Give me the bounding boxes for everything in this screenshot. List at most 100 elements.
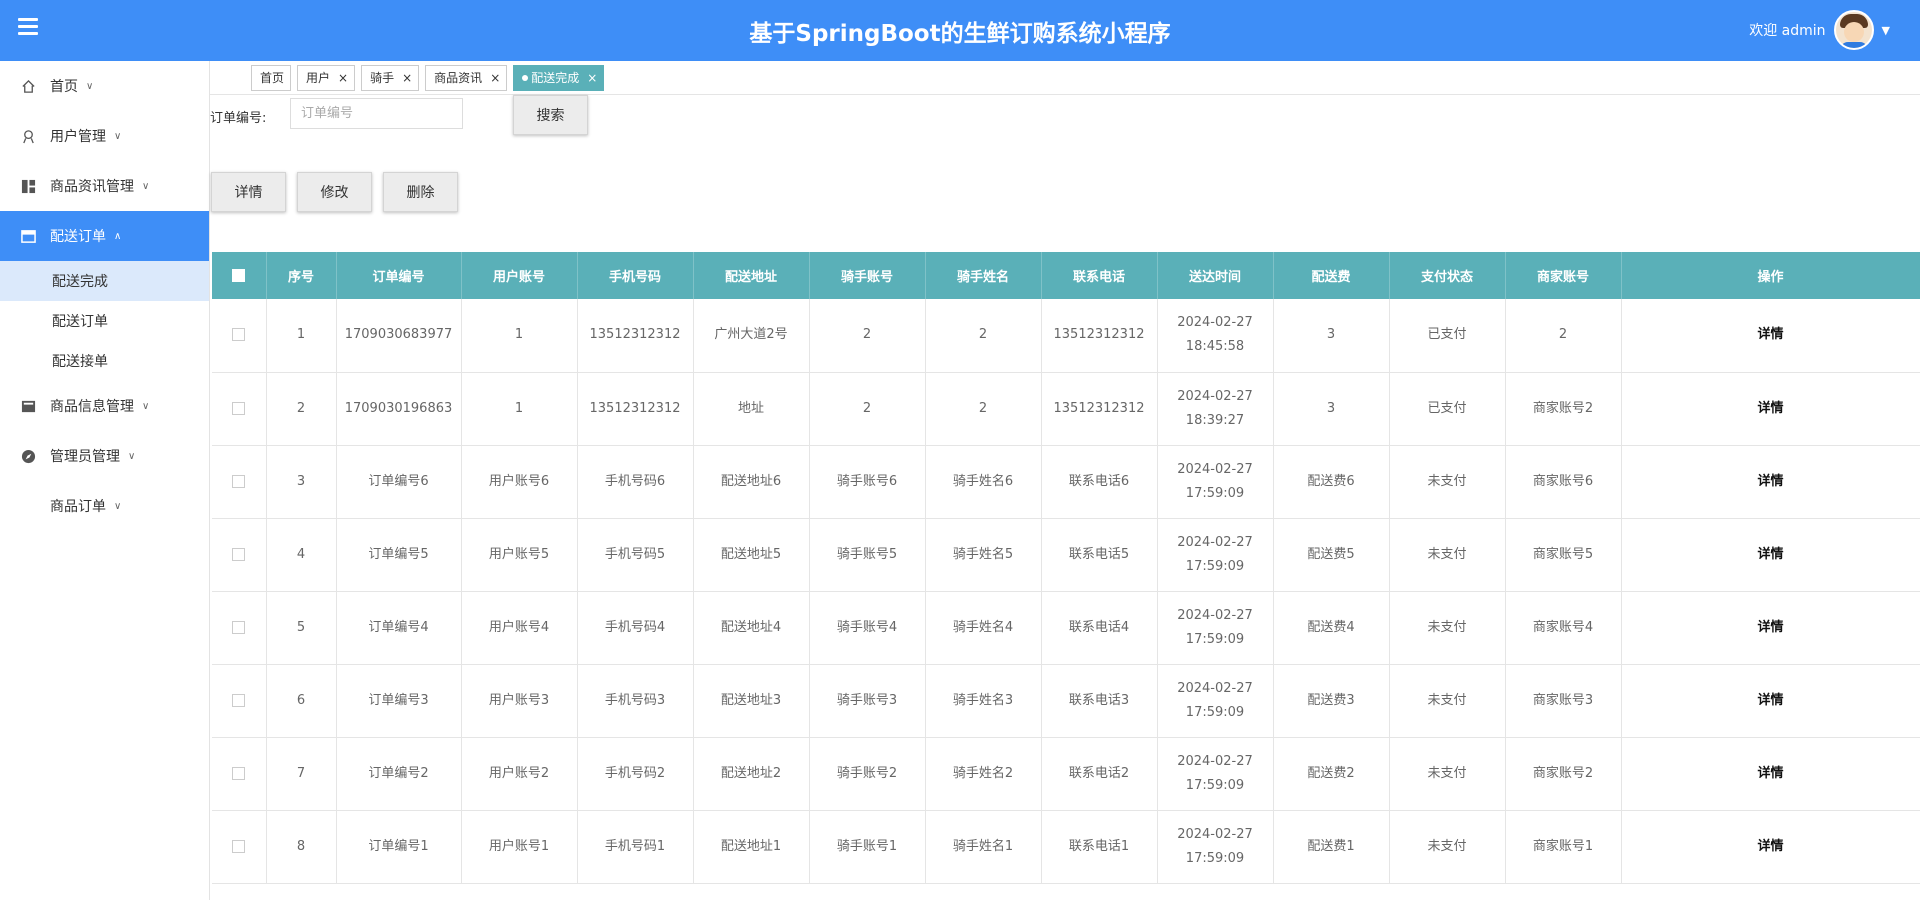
- table-cell: 4: [266, 518, 337, 592]
- close-icon[interactable]: ×: [402, 71, 412, 85]
- table-row[interactable]: 1 1709030683977 1 13512312312 广州大道2号 2 2 135123…: [212, 299, 1920, 373]
- tab-user[interactable]: 用户 ×: [297, 64, 356, 91]
- table-cell: 已支付: [1389, 299, 1506, 373]
- tab-news[interactable]: 商品资讯 ×: [425, 64, 508, 91]
- row-checkbox[interactable]: [212, 810, 267, 884]
- table-cell: 2024-02-27 17:59:09: [1157, 518, 1274, 592]
- table-cell: 2024-02-27 17:59:09: [1157, 810, 1274, 884]
- column-header: 联系电话: [1041, 252, 1158, 299]
- table-cell: 配送费6: [1273, 445, 1390, 519]
- column-header: 用户账号: [461, 252, 578, 299]
- table-cell: 骑手姓名1: [925, 810, 1042, 884]
- row-detail-link[interactable]: 详情: [1621, 810, 1920, 884]
- table-cell: 2: [925, 372, 1042, 446]
- row-checkbox[interactable]: [212, 518, 267, 592]
- row-checkbox[interactable]: [212, 664, 267, 738]
- table-cell: 骑手账号1: [809, 810, 926, 884]
- sidebar-item-home[interactable]: 首页 ∨: [0, 61, 209, 111]
- tab-rider[interactable]: 骑手 ×: [361, 64, 420, 91]
- edit-button[interactable]: 修改: [297, 172, 372, 212]
- table-cell: 手机号码4: [577, 591, 694, 665]
- tab-delivery-completed[interactable]: 配送完成 ×: [513, 64, 605, 91]
- table-cell: 1: [266, 299, 337, 373]
- close-icon[interactable]: ×: [338, 71, 348, 85]
- sidebar-item-product-orders[interactable]: 商品订单 ∨: [0, 481, 209, 531]
- table-cell: 商家账号6: [1505, 445, 1622, 519]
- row-detail-link[interactable]: 详情: [1621, 299, 1920, 373]
- sidebar-item-user-management[interactable]: 用户管理 ∨: [0, 111, 209, 161]
- row-checkbox[interactable]: [212, 737, 267, 811]
- chevron-down-icon: ∨: [128, 450, 136, 462]
- column-header: 手机号码: [577, 252, 694, 299]
- table-cell: 13512312312: [577, 372, 694, 446]
- sidebar-item-admin-management[interactable]: 管理员管理 ∨: [0, 431, 209, 481]
- compass-icon: [20, 448, 36, 464]
- select-all-checkbox[interactable]: [212, 252, 267, 299]
- table-cell: 联系电话5: [1041, 518, 1158, 592]
- sidebar-item-delivery-orders[interactable]: 配送订单 ∧: [0, 211, 209, 261]
- table-cell: 已支付: [1389, 372, 1506, 446]
- table-cell: 未支付: [1389, 737, 1506, 811]
- row-detail-link[interactable]: 详情: [1621, 591, 1920, 665]
- table-cell: 订单编号4: [336, 591, 462, 665]
- table-cell: 联系电话2: [1041, 737, 1158, 811]
- chevron-down-icon: ∨: [142, 400, 150, 412]
- row-checkbox[interactable]: [212, 299, 267, 373]
- row-detail-link[interactable]: 详情: [1621, 445, 1920, 519]
- sidebar-item-label: 首页: [50, 79, 78, 95]
- column-header: 骑手姓名: [925, 252, 1042, 299]
- sidebar-item-news-management[interactable]: 商品资讯管理 ∨: [0, 161, 209, 211]
- sidebar-item-label: 商品信息管理: [50, 399, 134, 415]
- row-detail-link[interactable]: 详情: [1621, 664, 1920, 738]
- user-menu[interactable]: 欢迎 admin ▼: [1749, 8, 1890, 52]
- table-row[interactable]: 6 订单编号3 用户账号3 手机号码3 配送地址3 骑手账号3 骑手姓名3 联系电话3 2024…: [212, 664, 1920, 738]
- chevron-down-icon[interactable]: ▼: [1882, 24, 1890, 37]
- table-row[interactable]: 5 订单编号4 用户账号4 手机号码4 配送地址4 骑手账号4 骑手姓名4 联系电话4 2024…: [212, 591, 1920, 665]
- row-checkbox[interactable]: [212, 591, 267, 665]
- table-cell: 商家账号4: [1505, 591, 1622, 665]
- table-cell: 手机号码5: [577, 518, 694, 592]
- user-icon: [20, 128, 36, 144]
- table-cell: 商家账号2: [1505, 737, 1622, 811]
- table-row[interactable]: 4 订单编号5 用户账号5 手机号码5 配送地址5 骑手账号5 骑手姓名5 联系电话5 2024…: [212, 518, 1920, 592]
- search-button[interactable]: 搜索: [513, 95, 588, 135]
- order-number-input[interactable]: [290, 98, 463, 129]
- table-cell: 配送费1: [1273, 810, 1390, 884]
- chevron-down-icon: ∨: [86, 80, 94, 92]
- close-icon[interactable]: ×: [490, 71, 500, 85]
- product-icon: [20, 398, 36, 414]
- delete-button[interactable]: 删除: [383, 172, 458, 212]
- table-cell: 2: [266, 372, 337, 446]
- table-row[interactable]: 8 订单编号1 用户账号1 手机号码1 配送地址1 骑手账号1 骑手姓名1 联系电话1 2024…: [212, 810, 1920, 884]
- table-cell: 骑手姓名5: [925, 518, 1042, 592]
- table-cell: 骑手账号5: [809, 518, 926, 592]
- row-checkbox[interactable]: [212, 372, 267, 446]
- row-checkbox[interactable]: [212, 445, 267, 519]
- table-cell: 配送费2: [1273, 737, 1390, 811]
- tab-home[interactable]: 首页: [251, 64, 292, 91]
- sidebar-item-product-management[interactable]: 商品信息管理 ∨: [0, 381, 209, 431]
- order-icon: [20, 228, 36, 244]
- table-cell: 1709030683977: [336, 299, 462, 373]
- table-row[interactable]: 7 订单编号2 用户账号2 手机号码2 配送地址2 骑手账号2 骑手姓名2 联系电话2 2024…: [212, 737, 1920, 811]
- submenu-item-delivery-accept[interactable]: 配送接单: [0, 341, 209, 381]
- submenu-item-delivery-orders[interactable]: 配送订单: [0, 301, 209, 341]
- row-detail-link[interactable]: 详情: [1621, 372, 1920, 446]
- submenu-item-delivery-completed[interactable]: 配送完成: [0, 261, 209, 301]
- close-icon[interactable]: ×: [587, 71, 597, 85]
- detail-button[interactable]: 详情: [211, 172, 286, 212]
- table-row[interactable]: 2 1709030196863 1 13512312312 地址 2 2 1351231231…: [212, 372, 1920, 446]
- table-cell: 3: [266, 445, 337, 519]
- avatar[interactable]: [1833, 10, 1874, 50]
- table-cell: 配送费4: [1273, 591, 1390, 665]
- table-cell: 骑手姓名4: [925, 591, 1042, 665]
- table-row[interactable]: 3 订单编号6 用户账号6 手机号码6 配送地址6 骑手账号6 骑手姓名6 联系电话6 2024…: [212, 445, 1920, 519]
- table-cell: 配送费3: [1273, 664, 1390, 738]
- row-detail-link[interactable]: 详情: [1621, 518, 1920, 592]
- welcome-text: 欢迎 admin: [1749, 23, 1826, 39]
- sidebar: 首页 ∨ 用户管理 ∨ 商品资讯管理 ∨ 配送订单 ∧ 配送完成 配送订单 配送…: [0, 61, 210, 900]
- table-cell: 6: [266, 664, 337, 738]
- table-cell: 配送地址6: [693, 445, 810, 519]
- table-cell: 手机号码2: [577, 737, 694, 811]
- row-detail-link[interactable]: 详情: [1621, 737, 1920, 811]
